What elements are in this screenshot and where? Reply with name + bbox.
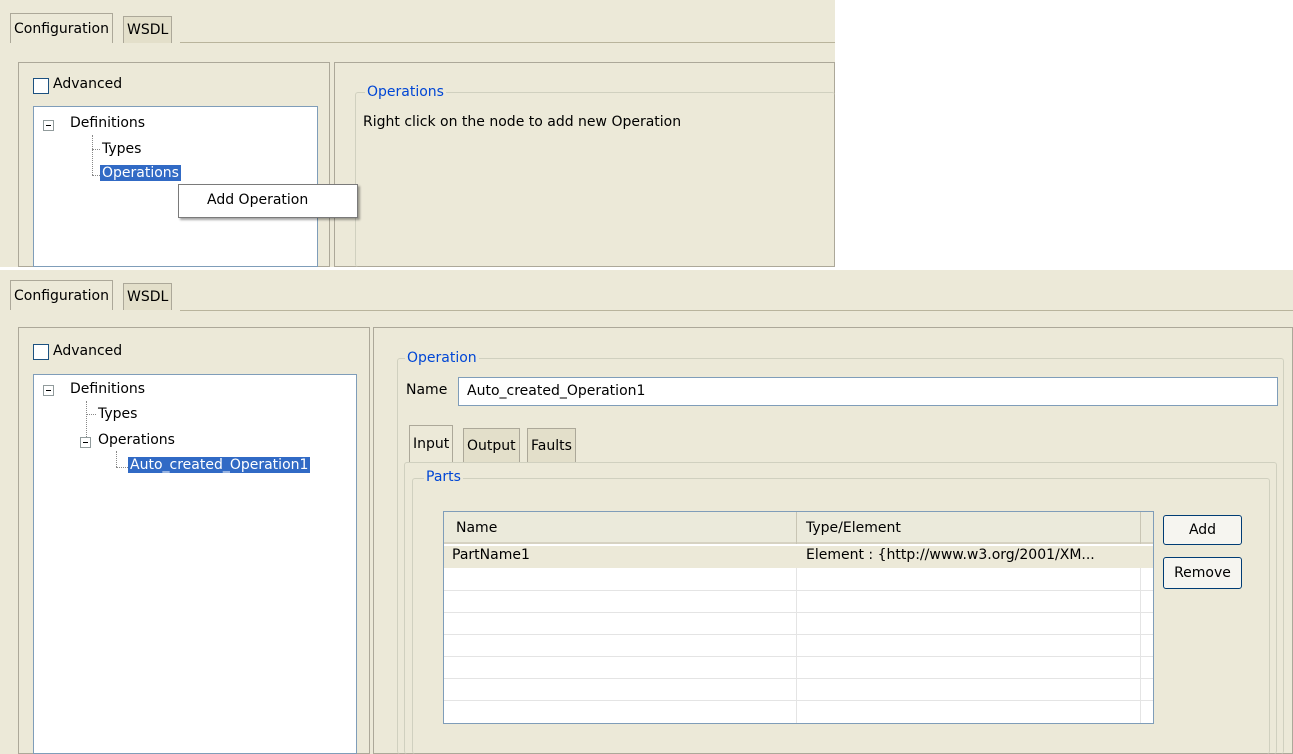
context-menu: Add Operation — [178, 184, 358, 218]
row-divider — [444, 590, 1153, 591]
tree-connector — [116, 451, 117, 467]
tab-output[interactable]: Output — [463, 428, 520, 462]
tree-node-auto-created-operation1[interactable]: Auto_created_Operation1 — [128, 457, 311, 473]
top-tabbar-divider — [180, 42, 835, 43]
operation-name-field[interactable]: Auto_created_Operation1 — [458, 377, 1278, 406]
bottom-tree: Definitions Types Operations Auto_create… — [33, 374, 357, 754]
tree-node-definitions[interactable]: Definitions — [70, 115, 145, 131]
cell-part-name: PartName1 — [452, 547, 530, 563]
tree-node-operations[interactable]: Operations — [98, 432, 175, 448]
table-header — [444, 512, 1153, 544]
bottom-tabbar-divider — [180, 310, 1293, 311]
operation-name-value: Auto_created_Operation1 — [467, 383, 646, 399]
table-row[interactable]: PartName1 Element : {http://www.w3.org/2… — [444, 546, 1153, 568]
bottom-advanced-checkbox[interactable] — [33, 344, 49, 360]
tree-connector — [92, 149, 100, 150]
row-divider — [444, 678, 1153, 679]
column-header-type[interactable]: Type/Element — [806, 520, 901, 536]
row-divider — [444, 700, 1153, 701]
tab-input[interactable]: Input — [409, 425, 454, 462]
top-advanced-checkbox[interactable] — [33, 78, 49, 94]
tree-connector — [92, 135, 93, 175]
remove-button[interactable]: Remove — [1163, 557, 1242, 589]
top-advanced-label: Advanced — [53, 76, 123, 92]
operation-group-title: Operation — [405, 350, 479, 366]
add-button[interactable]: Add — [1163, 515, 1242, 545]
tree-node-types[interactable]: Types — [102, 141, 141, 157]
parts-table: Name Type/Element PartName1 Element : {h… — [443, 511, 1154, 724]
top-tab-configuration[interactable]: Configuration — [10, 13, 113, 43]
tree-node-definitions[interactable]: Definitions — [70, 381, 145, 397]
tree-connector — [92, 175, 100, 176]
menu-item-add-operation[interactable]: Add Operation — [207, 192, 308, 208]
row-divider — [444, 634, 1153, 635]
tree-connector — [86, 401, 87, 439]
bottom-tab-wsdl[interactable]: WSDL — [123, 283, 173, 310]
header-divider — [796, 512, 797, 544]
column-divider — [1140, 568, 1141, 723]
collapse-icon[interactable] — [43, 385, 54, 396]
tree-node-types[interactable]: Types — [98, 406, 137, 422]
parts-group-title: Parts — [424, 469, 463, 485]
header-divider — [1140, 512, 1141, 544]
tab-faults[interactable]: Faults — [527, 428, 576, 462]
collapse-icon[interactable] — [43, 120, 54, 131]
column-divider — [796, 568, 797, 723]
row-divider — [444, 656, 1153, 657]
bottom-window: Configuration WSDL Advanced Definitions … — [0, 270, 1293, 754]
top-hint-text: Right click on the node to add new Opera… — [363, 114, 682, 130]
cell-part-type: Element : {http://www.w3.org/2001/XM... — [806, 547, 1095, 563]
column-header-name[interactable]: Name — [456, 520, 497, 536]
tree-node-operations-selected[interactable]: Operations — [100, 165, 181, 181]
bottom-tab-configuration[interactable]: Configuration — [10, 280, 113, 310]
bottom-advanced-label: Advanced — [53, 343, 123, 359]
row-divider — [444, 612, 1153, 613]
collapse-icon[interactable] — [80, 437, 91, 448]
tree-connector — [86, 414, 96, 415]
top-window: Configuration WSDL Advanced Definitions … — [0, 0, 835, 267]
top-tab-wsdl[interactable]: WSDL — [123, 16, 173, 43]
name-label: Name — [406, 382, 448, 398]
top-operations-group-title: Operations — [365, 84, 446, 100]
tree-connector — [116, 467, 128, 468]
